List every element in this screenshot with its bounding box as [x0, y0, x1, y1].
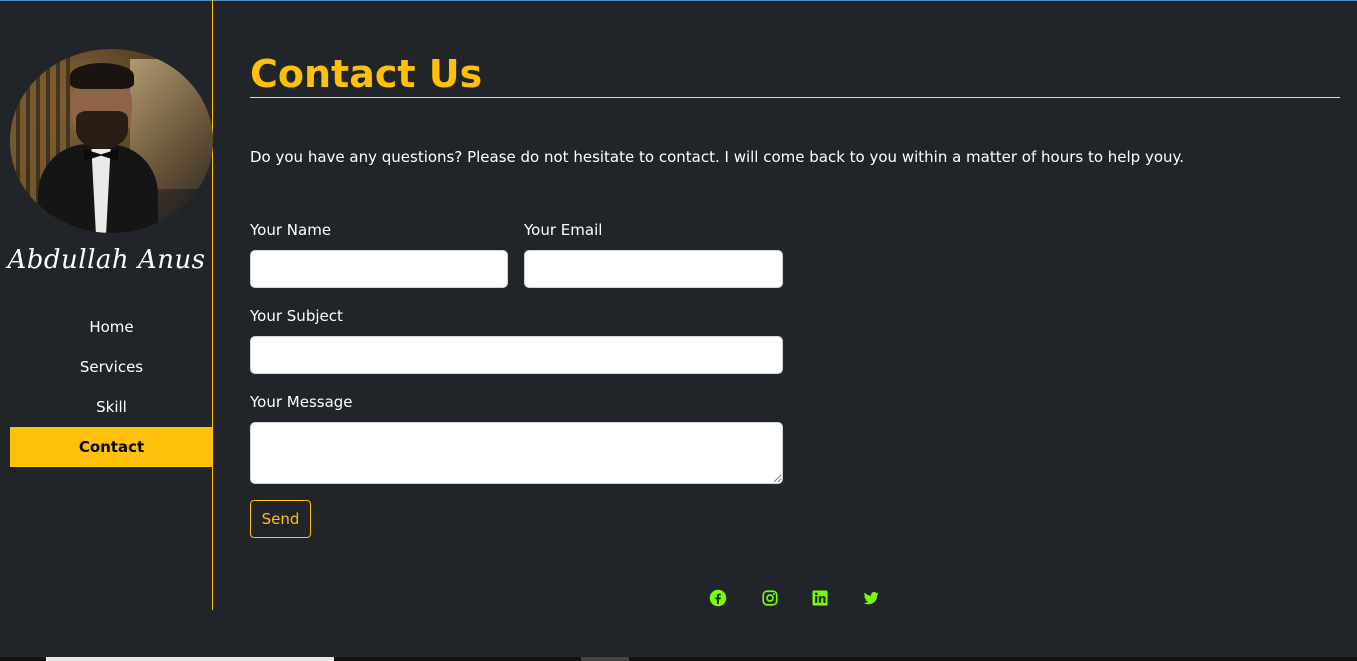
nav-item-contact[interactable]: Contact: [10, 427, 213, 467]
nav-item-services[interactable]: Services: [10, 347, 213, 387]
subject-input[interactable]: [250, 336, 783, 374]
taskbar-item[interactable]: [46, 657, 334, 661]
linkedin-icon: [812, 590, 828, 606]
instagram-icon: [762, 590, 778, 606]
twitter-link[interactable]: [862, 589, 880, 607]
subject-label: Your Subject: [250, 307, 343, 325]
nav-item-home[interactable]: Home: [10, 307, 213, 347]
brand-name: Abdullah Anus: [7, 245, 206, 275]
name-input[interactable]: [250, 250, 508, 288]
taskbar-item[interactable]: [581, 657, 629, 661]
intro-text: Do you have any questions? Please do not…: [250, 148, 1185, 166]
twitter-icon: [863, 592, 879, 605]
sidebar-nav: Home Services Skill Contact: [10, 307, 213, 467]
avatar: [10, 49, 213, 233]
name-label: Your Name: [250, 221, 332, 239]
instagram-link[interactable]: [761, 589, 779, 607]
facebook-link[interactable]: [709, 589, 727, 607]
send-button[interactable]: Send: [250, 500, 311, 538]
facebook-icon: [709, 589, 727, 607]
email-input[interactable]: [524, 250, 783, 288]
page-title: Contact Us: [250, 52, 483, 96]
email-label: Your Email: [524, 221, 603, 239]
linkedin-link[interactable]: [811, 589, 829, 607]
title-divider: [250, 97, 1340, 98]
nav-item-skill[interactable]: Skill: [10, 387, 213, 427]
message-textarea[interactable]: [250, 422, 783, 484]
sidebar: Abdullah Anus Home Services Skill Contac…: [0, 0, 213, 610]
message-label: Your Message: [250, 393, 353, 411]
